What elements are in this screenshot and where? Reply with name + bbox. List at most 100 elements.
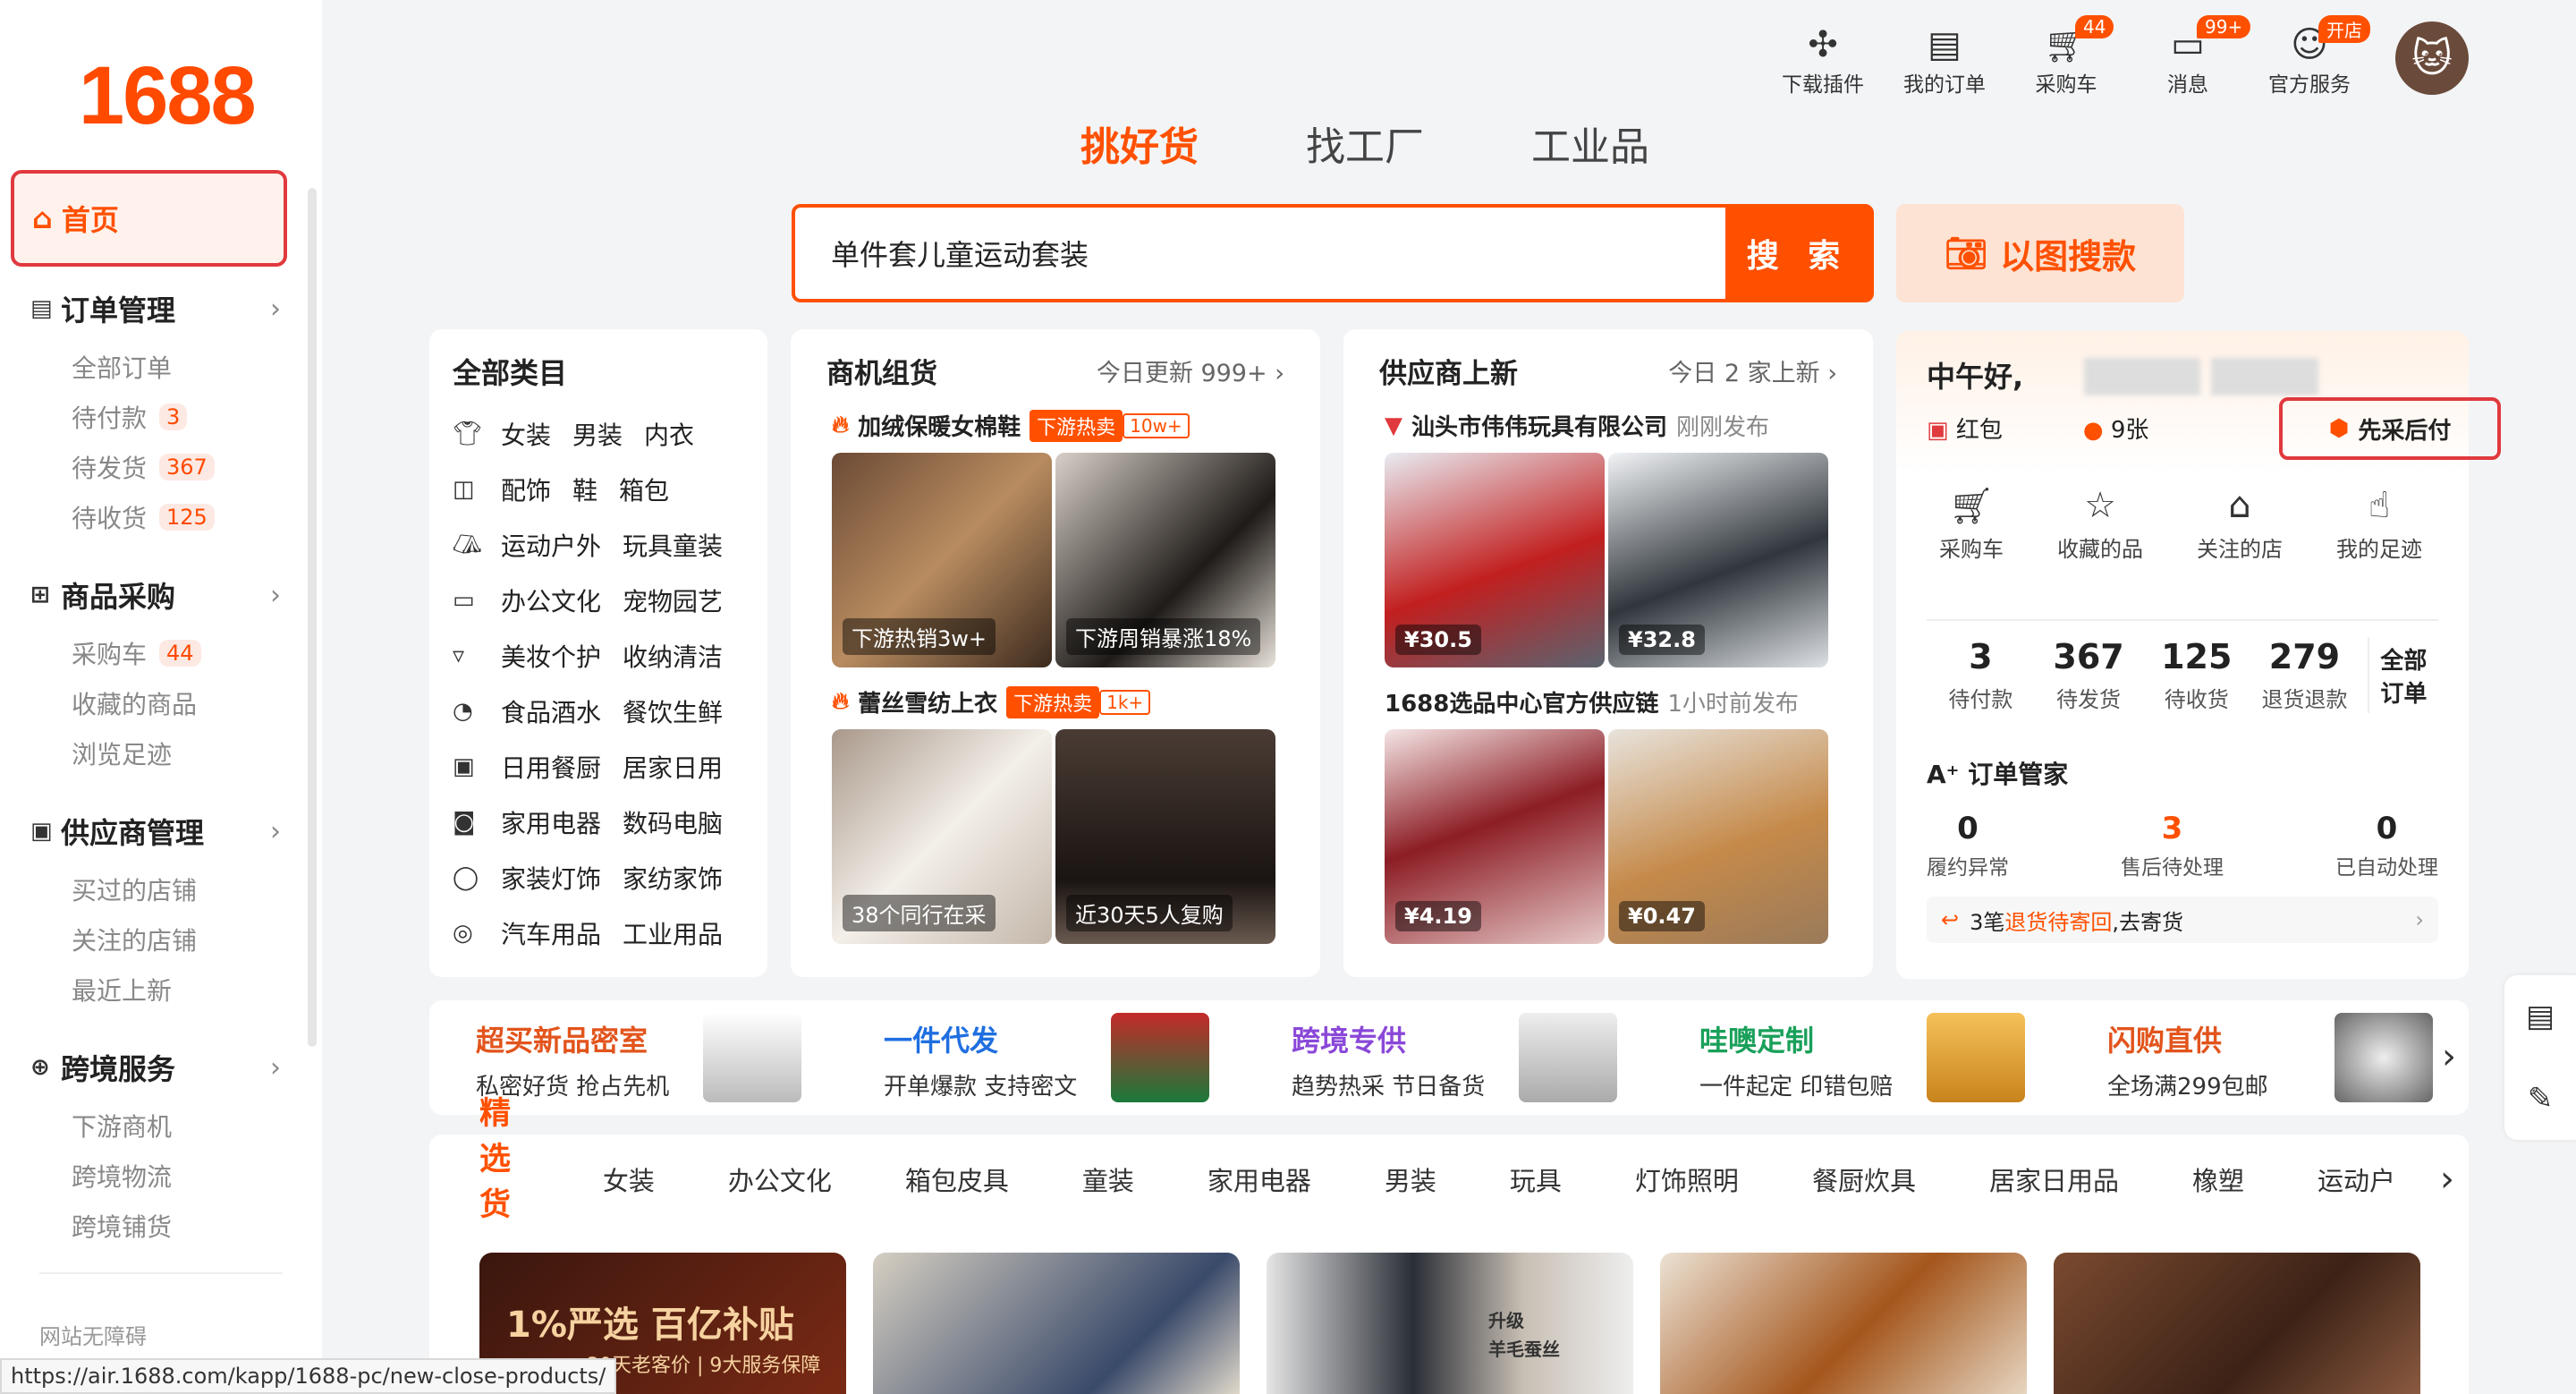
- edit-icon[interactable]: ✎: [2528, 1081, 2554, 1117]
- filter-item[interactable]: 橡塑: [2192, 1160, 2244, 1198]
- sidebar-section-supplier[interactable]: ▣ 供应商管理 ›: [30, 811, 281, 852]
- promo-item[interactable]: 闪购直供 全场满299包邮: [2061, 1000, 2469, 1115]
- sidebar-item-pending-pay[interactable]: 待付款 3: [72, 399, 188, 435]
- shortcut-fav-stores[interactable]: ⌂ 关注的店: [2197, 485, 2283, 563]
- filter-item[interactable]: 办公文化: [728, 1160, 832, 1198]
- sidebar-section-orders[interactable]: ▤ 订单管理 ›: [30, 288, 281, 329]
- product-group-title[interactable]: 🔥︎ 加绒保暖女棉鞋 下游热卖 10w+: [832, 409, 1320, 442]
- category-link[interactable]: 数码电脑: [623, 804, 723, 840]
- promo-item[interactable]: 跨境专供 趋势热采 节日备货: [1245, 1000, 1653, 1115]
- feed-item[interactable]: 升级 羊毛蚕丝: [1267, 1253, 1633, 1394]
- filter-item[interactable]: 餐厨炊具: [1812, 1160, 1916, 1198]
- product-group-title[interactable]: 🔥︎ 蕾丝雪纺上衣 下游热卖 1k+: [832, 685, 1320, 718]
- supplier-name[interactable]: ▼ 汕头市伟伟玩具有限公司 刚刚发布: [1385, 409, 1873, 442]
- category-link[interactable]: 内衣: [644, 416, 694, 452]
- filter-item[interactable]: 灯饰照明: [1635, 1160, 1739, 1198]
- accessibility-link[interactable]: 网站无障碍: [39, 1319, 147, 1350]
- supplier-name[interactable]: 1688选品中心官方供应链 1小时前发布: [1385, 685, 1873, 718]
- stat-refund[interactable]: 279 退货退款: [2250, 637, 2359, 713]
- sidebar-item-history[interactable]: 浏览足迹: [72, 735, 172, 771]
- chevron-right-icon[interactable]: ›: [2440, 1159, 2454, 1200]
- mgr-auto[interactable]: 0 已自动处理: [2335, 811, 2438, 880]
- product-image[interactable]: ¥0.47: [1608, 729, 1828, 944]
- product-image[interactable]: ¥4.19: [1385, 729, 1605, 944]
- logo[interactable]: 1688: [79, 49, 257, 143]
- filter-item[interactable]: 家用电器: [1208, 1160, 1311, 1198]
- nav-messages[interactable]: ▭ 消息 99+: [2127, 15, 2251, 98]
- avatar[interactable]: 🐱︎: [2395, 21, 2469, 95]
- sidebar-item-all-orders[interactable]: 全部订单: [72, 349, 172, 385]
- feed-item[interactable]: [873, 1253, 1240, 1394]
- search-button[interactable]: 搜 索: [1725, 208, 1870, 299]
- tab-find-factory[interactable]: 找工厂: [1306, 115, 1424, 172]
- category-link[interactable]: 办公文化: [501, 582, 601, 618]
- sidebar-item-pending-ship[interactable]: 待发货 367: [72, 449, 215, 485]
- category-link[interactable]: 宠物园艺: [623, 582, 723, 618]
- sidebar-item-distribution[interactable]: 跨境铺货: [72, 1208, 172, 1244]
- pay-later-button[interactable]: ⬢ 先采后付: [2279, 397, 2501, 460]
- category-link[interactable]: 居家日用: [623, 749, 723, 785]
- category-link[interactable]: 玩具童装: [623, 527, 723, 563]
- category-link[interactable]: 汽车用品: [501, 915, 601, 951]
- chevron-right-icon[interactable]: ›: [2442, 1036, 2456, 1077]
- product-image[interactable]: 38个同行在采: [832, 729, 1052, 944]
- filter-item[interactable]: 居家日用品: [1989, 1160, 2119, 1198]
- tab-pick-goods[interactable]: 挑好货: [1080, 115, 1199, 172]
- sidebar-item-recent-new[interactable]: 最近上新: [72, 972, 172, 1007]
- category-link[interactable]: 家装灯饰: [501, 860, 601, 896]
- sidebar-item-followed-stores[interactable]: 关注的店铺: [72, 922, 197, 957]
- mgr-aftersale[interactable]: 3 售后待处理: [2121, 811, 2224, 880]
- sidebar-section-purchase[interactable]: ⊞ 商品采购 ›: [30, 574, 281, 616]
- product-image[interactable]: ¥30.5: [1385, 453, 1605, 667]
- supplier-update[interactable]: 今日 2 家上新 ›: [1668, 353, 1837, 388]
- all-orders-link[interactable]: 全部订单: [2367, 637, 2438, 713]
- category-link[interactable]: 男装: [572, 416, 623, 452]
- promo-item[interactable]: 哇噢定制 一件起定 印错包赔: [1653, 1000, 2061, 1115]
- product-image[interactable]: 近30天5人复购: [1055, 729, 1275, 944]
- category-link[interactable]: 美妆个护: [501, 638, 601, 674]
- sidebar-item-favorites[interactable]: 收藏的商品: [72, 685, 197, 721]
- sidebar-scrollbar[interactable]: [308, 188, 317, 1047]
- stat-pending-ship[interactable]: 367 待发货: [2035, 637, 2143, 713]
- filter-item[interactable]: 运动户: [2318, 1160, 2395, 1198]
- shortcut-footprint[interactable]: ☝ 我的足迹: [2336, 485, 2422, 563]
- category-link[interactable]: 家用电器: [501, 804, 601, 840]
- filter-item[interactable]: 男装: [1385, 1160, 1436, 1198]
- mgr-abnormal[interactable]: 0 履约异常: [1927, 811, 2009, 880]
- category-link[interactable]: 餐饮生鲜: [623, 693, 723, 729]
- sidebar-item-cart[interactable]: 采购车 44: [72, 635, 201, 671]
- category-link[interactable]: 家纺家饰: [623, 860, 723, 896]
- feed-item[interactable]: [2054, 1253, 2420, 1394]
- sidebar-item-downstream[interactable]: 下游商机: [72, 1108, 172, 1143]
- shortcut-fav-items[interactable]: ☆ 收藏的品: [2057, 485, 2143, 563]
- nav-plugin[interactable]: ✣ 下载插件: [1762, 22, 1884, 98]
- feed-item[interactable]: [1660, 1253, 2027, 1394]
- image-search-button[interactable]: 📷︎ 以图搜款: [1896, 204, 2184, 302]
- sidebar-item-pending-receive[interactable]: 待收货 125: [72, 499, 215, 535]
- shortcut-cart[interactable]: 🛒︎ 采购车: [1939, 485, 2004, 563]
- nav-official[interactable]: ☺ 官方服务 开店: [2249, 15, 2370, 98]
- return-notice[interactable]: ↩ 3笔退货待寄回,去寄货 ›: [1927, 897, 2438, 943]
- redpack-link[interactable]: ▣ 红包: [1927, 412, 2003, 445]
- note-icon[interactable]: ▤: [2526, 999, 2555, 1034]
- coupon-link[interactable]: ● 9张: [2083, 412, 2149, 445]
- nav-cart[interactable]: 🛒︎ 采购车 44: [2005, 15, 2127, 98]
- category-link[interactable]: 女装: [501, 416, 551, 452]
- promo-item[interactable]: 一件代发 开单爆款 支持密文: [837, 1000, 1245, 1115]
- nav-orders[interactable]: ▤ 我的订单: [1884, 22, 2005, 98]
- category-link[interactable]: 鞋: [572, 472, 597, 507]
- stat-pending-pay[interactable]: 3 待付款: [1927, 637, 2035, 713]
- stat-pending-receive[interactable]: 125 待收货: [2142, 637, 2250, 713]
- category-link[interactable]: 收纳清洁: [623, 638, 723, 674]
- sidebar-home[interactable]: ⌂ 首页: [11, 170, 287, 267]
- sidebar-section-crossborder[interactable]: ⊕ 跨境服务 ›: [30, 1047, 281, 1088]
- filter-item[interactable]: 箱包皮具: [905, 1160, 1009, 1198]
- filter-item[interactable]: 童装: [1082, 1160, 1134, 1198]
- product-image[interactable]: ¥32.8: [1608, 453, 1828, 667]
- product-image[interactable]: 下游热销3w+: [832, 453, 1052, 667]
- merchant-update[interactable]: 今日更新 999+ ›: [1097, 353, 1284, 388]
- category-link[interactable]: 食品酒水: [501, 693, 601, 729]
- category-link[interactable]: 日用餐厨: [501, 749, 601, 785]
- search-input[interactable]: 单件套儿童运动套装: [795, 208, 1725, 299]
- sidebar-item-logistics[interactable]: 跨境物流: [72, 1158, 172, 1194]
